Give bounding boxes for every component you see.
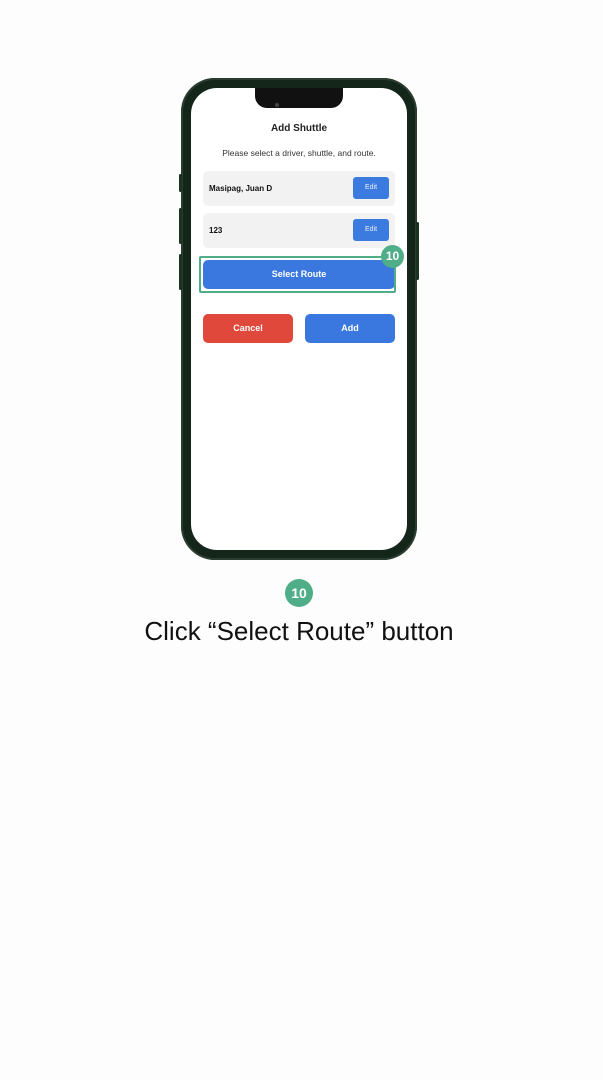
edit-shuttle-button[interactable]: Edit: [353, 219, 389, 241]
phone-volume-up: [179, 208, 182, 244]
step-highlight-box: [199, 256, 396, 293]
phone-volume-down: [179, 254, 182, 290]
phone-silent-switch: [179, 174, 182, 192]
phone-power-button: [416, 222, 419, 280]
step-instruction: Click “Select Route” button: [144, 616, 454, 646]
cancel-button[interactable]: Cancel: [203, 314, 293, 343]
camera-icon: [275, 103, 279, 107]
step-badge-marker: 10: [381, 245, 404, 268]
shuttle-number: 123: [209, 226, 223, 235]
driver-row: Masipag, Juan D Edit: [203, 171, 395, 206]
page-subtitle: Please select a driver, shuttle, and rou…: [222, 148, 376, 158]
page-title: Add Shuttle: [270, 123, 328, 134]
phone-frame: Add Shuttle Please select a driver, shut…: [179, 78, 419, 560]
driver-name: Masipag, Juan D: [209, 184, 273, 193]
edit-driver-button[interactable]: Edit: [353, 177, 389, 199]
step-number-badge: 10: [285, 579, 313, 607]
shuttle-row: 123 Edit: [203, 213, 395, 248]
add-button[interactable]: Add: [305, 314, 395, 343]
phone-notch: [255, 88, 343, 108]
app-screen: Add Shuttle Please select a driver, shut…: [191, 88, 407, 550]
